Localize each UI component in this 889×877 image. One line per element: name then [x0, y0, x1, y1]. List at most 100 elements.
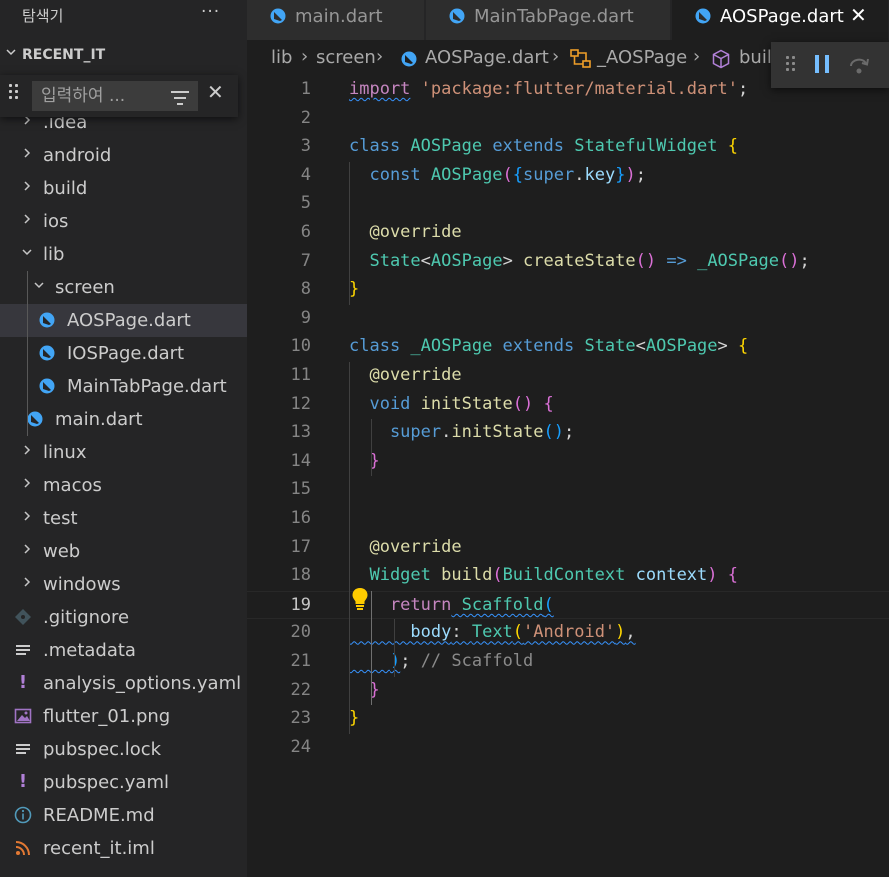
pause-icon[interactable]: [814, 55, 830, 73]
tree-item-label: linux: [43, 442, 87, 463]
tree-item-flutter-01-png[interactable]: flutter_01.png: [0, 700, 247, 733]
code-token: ;: [400, 651, 411, 671]
line-number: 23: [290, 708, 311, 729]
tree-item-main-dart[interactable]: main.dart: [0, 403, 247, 436]
code-token: :: [451, 622, 472, 643]
close-icon[interactable]: ✕: [207, 80, 224, 104]
code-token: context: [625, 565, 708, 586]
line-number: 14: [290, 450, 311, 471]
tree-item-maintabpage-dart[interactable]: MainTabPage.dart: [0, 370, 247, 403]
tree-item-metadata[interactable]: .metadata: [0, 634, 247, 667]
code-token: }: [615, 164, 626, 185]
code-token: extends: [492, 336, 575, 357]
tree-item-build[interactable]: build: [0, 172, 247, 205]
filter-icon[interactable]: [170, 91, 190, 105]
tree-item-label: IOSPage.dart: [67, 343, 185, 364]
tree-item-pubspec-lock[interactable]: pubspec.lock: [0, 733, 247, 766]
tree-item-label: flutter_01.png: [43, 706, 171, 727]
code-token: (: [512, 622, 524, 643]
code-token: _AOSPage: [686, 250, 779, 271]
code-text: }: [349, 279, 359, 299]
tree-item-lib[interactable]: lib: [0, 238, 247, 271]
tree-item-iospage-dart[interactable]: IOSPage.dart: [0, 337, 247, 370]
code-token: ): [707, 565, 718, 586]
drag-grip-icon[interactable]: [786, 56, 798, 74]
code-token: @override: [349, 536, 462, 557]
tree-item-linux[interactable]: linux: [0, 436, 247, 469]
text-file-icon: [14, 641, 32, 659]
line-number: 13: [290, 422, 311, 443]
tree-item-pubspec-yaml[interactable]: ! pubspec.yaml: [0, 766, 247, 799]
tree-item-aospage-dart[interactable]: AOSPage.dart: [0, 304, 247, 337]
tree-item-label: windows: [43, 574, 121, 595]
tree-item-gitignore[interactable]: .gitignore: [0, 601, 247, 634]
breadcrumb-separator: ›: [376, 46, 384, 67]
code-token: @override: [349, 365, 462, 385]
code-token: Widget: [349, 565, 431, 586]
step-over-icon[interactable]: [847, 52, 871, 76]
code-token: ): [615, 622, 626, 643]
line-number: 20: [290, 622, 311, 643]
chevron-right-icon: [20, 541, 34, 560]
breadcrumb-file[interactable]: AOSPage.dart: [425, 47, 549, 68]
explorer-sidebar: 탐색기 ··· RECENT_IT ✕ .ideaandroidbuildios…: [0, 0, 247, 877]
breadcrumb-screen[interactable]: screen: [316, 47, 376, 68]
tab-aospage-dart[interactable]: AOSPage.dart ✕: [672, 0, 889, 40]
code-token: AOSPage: [400, 136, 483, 157]
code-text: }: [349, 680, 379, 700]
code-token: }: [349, 279, 360, 300]
tree-item-label: analysis_options.yaml: [43, 673, 242, 694]
tree-item-readme-md[interactable]: README.md: [0, 799, 247, 832]
editor-tab-bar: main.dart MainTabPage.dart AOSPage.dart …: [247, 0, 889, 40]
dart-file-icon: [400, 50, 418, 68]
tab-main-dart[interactable]: main.dart: [247, 0, 425, 40]
breadcrumb-lib[interactable]: lib: [271, 47, 292, 68]
code-line: 12 void initState() {: [247, 391, 889, 420]
code-token: .: [574, 164, 585, 185]
tree-item-android[interactable]: android: [0, 139, 247, 172]
code-token: {: [717, 136, 738, 157]
code-text: class AOSPage extends StatefulWidget {: [349, 136, 738, 156]
line-number: 9: [300, 307, 311, 328]
code-token: {: [512, 164, 524, 185]
code-line: 24: [247, 734, 889, 763]
code-token: Text: [471, 622, 513, 643]
dart-file-icon: [448, 7, 466, 25]
tree-item-windows[interactable]: windows: [0, 568, 247, 601]
line-number: 4: [300, 164, 311, 185]
chevron-right-icon: [20, 178, 34, 197]
tree-item-ios[interactable]: ios: [0, 205, 247, 238]
code-line: 4 const AOSPage({super.key});: [247, 162, 889, 191]
filter-input[interactable]: [41, 85, 149, 107]
tab-maintabpage-dart[interactable]: MainTabPage.dart: [426, 0, 671, 40]
tree-item-macos[interactable]: macos: [0, 469, 247, 502]
tree-item-label: README.md: [43, 805, 155, 826]
yaml-file-icon: !: [18, 771, 28, 792]
tab-label: MainTabPage.dart: [474, 6, 634, 27]
chevron-down-icon: [4, 45, 18, 63]
more-actions-icon[interactable]: ···: [201, 2, 220, 22]
tree-item-analysis-options-yaml[interactable]: ! analysis_options.yaml: [0, 667, 247, 700]
code-token: // Scaffold: [410, 651, 534, 671]
workspace-section-header[interactable]: RECENT_IT: [0, 44, 247, 70]
line-number: 5: [300, 193, 311, 214]
drag-grip-icon[interactable]: [9, 84, 23, 104]
tree-item-test[interactable]: test: [0, 502, 247, 535]
lightbulb-icon[interactable]: [351, 587, 369, 611]
code-text: class _AOSPage extends State<AOSPage> {: [349, 336, 748, 356]
tab-close-icon[interactable]: ✕: [850, 3, 867, 27]
breadcrumb-method[interactable]: buil: [739, 47, 772, 68]
code-editor[interactable]: 1 import 'package:flutter/material.dart';…: [247, 76, 889, 877]
tree-item-web[interactable]: web: [0, 535, 247, 568]
line-number: 6: [300, 222, 311, 242]
chevron-right-icon: [20, 145, 34, 164]
tree-item-screen[interactable]: screen: [0, 271, 247, 304]
breadcrumb-class[interactable]: _AOSPage: [597, 47, 687, 68]
line-number: 18: [290, 565, 311, 586]
tree-item-recent-it-iml[interactable]: recent_it.iml: [0, 832, 247, 865]
code-token: (): [512, 393, 534, 414]
code-text: ); // Scaffold: [349, 651, 533, 671]
code-token: void: [349, 393, 411, 414]
indent-guide: [349, 161, 350, 305]
